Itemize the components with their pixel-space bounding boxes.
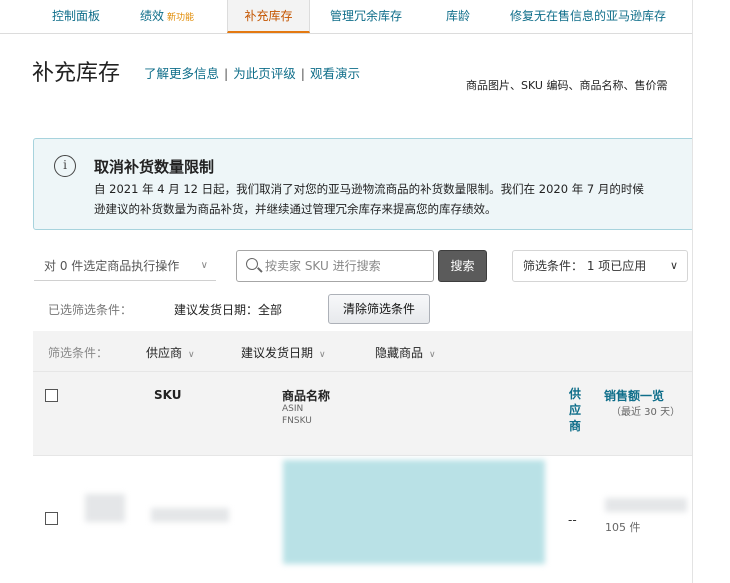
ship-date-filter-label: 建议发货日期	[241, 346, 314, 360]
sales-period-subheader: （最近 30 天）	[611, 407, 681, 418]
page-title: 补充库存	[32, 61, 121, 86]
chevron-down-icon: ∨	[429, 350, 436, 360]
info-text-line-1: 自 2021 年 4 月 12 日起，我们取消了对您的亚马逊物流商品的补货数量限…	[94, 182, 644, 196]
supplier-filter-label: 供应商	[146, 346, 183, 360]
tab-bar: 控制面板 绩效 新功能 补充库存 管理冗余库存 库龄 修复无在售信息的亚马逊库存	[0, 0, 692, 34]
info-alert: i 取消补货数量限制 自 2021 年 4 月 12 日起，我们取消了对您的亚马…	[33, 138, 692, 230]
watch-demo-link[interactable]: 观看演示	[310, 66, 360, 81]
tab-fix-stranded[interactable]: 修复无在售信息的亚马逊库存	[510, 0, 666, 33]
applied-filter-value: 建议发货日期：全部	[174, 303, 283, 317]
row-checkbox[interactable]	[45, 512, 58, 525]
bulk-action-dropdown[interactable]: 对 0 件选定商品执行操作 ∨	[34, 251, 216, 281]
filter-bar: 筛选条件： 供应商 ∨ 建议发货日期 ∨ 隐藏商品 ∨	[33, 331, 692, 371]
hidden-items-filter-dropdown[interactable]: 隐藏商品 ∨	[375, 344, 436, 361]
sku-value	[151, 508, 229, 522]
sku-column-header: SKU	[154, 388, 182, 402]
bulk-action-label: 对 0 件选定商品执行操作	[44, 259, 180, 273]
chevron-down-icon: ∨	[200, 260, 208, 271]
learn-more-link[interactable]: 了解更多信息	[144, 66, 219, 81]
applied-filters: 已选筛选条件： 建议发货日期：全部 清除筛选条件	[33, 290, 692, 330]
tab-restock[interactable]: 补充库存	[227, 0, 310, 33]
ship-date-filter-dropdown[interactable]: 建议发货日期 ∨	[241, 344, 326, 361]
units-sold-value: 105 件	[605, 521, 641, 534]
fnsku-subheader: FNSKU	[282, 416, 312, 426]
tab-inventory-age[interactable]: 库龄	[446, 0, 470, 33]
supplier-value: --	[568, 513, 577, 527]
tab-performance-label: 绩效	[140, 9, 165, 23]
asin-subheader: ASIN	[282, 404, 304, 414]
supplier-filter-dropdown[interactable]: 供应商 ∨	[146, 344, 195, 361]
filter-bar-label: 筛选条件：	[48, 346, 109, 360]
clear-filters-button[interactable]: 清除筛选条件	[328, 294, 430, 324]
search-box	[236, 250, 434, 282]
filter-status-label: 筛选条件： 1 项已应用	[523, 259, 647, 273]
tab-performance[interactable]: 绩效 新功能	[140, 0, 194, 33]
select-all-checkbox[interactable]	[45, 389, 58, 402]
product-image	[85, 494, 125, 522]
link-separator: |	[224, 66, 229, 81]
hidden-items-filter-label: 隐藏商品	[375, 346, 424, 360]
column-hint: 商品图片、SKU 编码、商品名称、售价需	[466, 79, 668, 92]
info-title: 取消补货数量限制	[94, 158, 215, 176]
title-links: 了解更多信息 | 为此页评级 | 观看演示	[144, 63, 360, 82]
product-name-value	[283, 460, 545, 564]
info-icon: i	[54, 155, 76, 177]
table-row: -- 105 件	[33, 455, 692, 583]
link-separator: |	[300, 66, 305, 81]
applied-filters-label: 已选筛选条件：	[48, 303, 133, 317]
new-feature-badge: 新功能	[167, 13, 195, 23]
filter-status-dropdown[interactable]: 筛选条件： 1 项已应用 ∨	[512, 250, 688, 282]
replenishment-page: 控制面板 绩效 新功能 补充库存 管理冗余库存 库龄 修复无在售信息的亚马逊库存 …	[0, 0, 693, 583]
search-button[interactable]: 搜索	[438, 250, 487, 282]
sales-column-header[interactable]: 销售额一览	[604, 387, 664, 404]
chevron-down-icon: ∨	[669, 259, 678, 272]
supplier-column-header[interactable]: 供应商	[569, 386, 583, 434]
tab-dashboard[interactable]: 控制面板	[52, 0, 100, 33]
sku-search-input[interactable]	[265, 256, 425, 276]
table-header: SKU 商品名称 ASIN FNSKU 供应商 销售额一览 （最近 30 天）	[33, 371, 692, 455]
tab-manage-excess[interactable]: 管理冗余库存	[330, 0, 402, 33]
info-text-line-2: 逊建议的补货数量为商品补货，并继续通过管理冗余库存来提高您的库存绩效。	[94, 202, 497, 216]
product-name-column-header: 商品名称	[282, 389, 331, 403]
rate-page-link[interactable]: 为此页评级	[233, 66, 296, 81]
chevron-down-icon: ∨	[319, 350, 326, 360]
chevron-down-icon: ∨	[188, 350, 195, 360]
sales-amount-value	[605, 498, 687, 512]
search-icon	[246, 258, 258, 270]
